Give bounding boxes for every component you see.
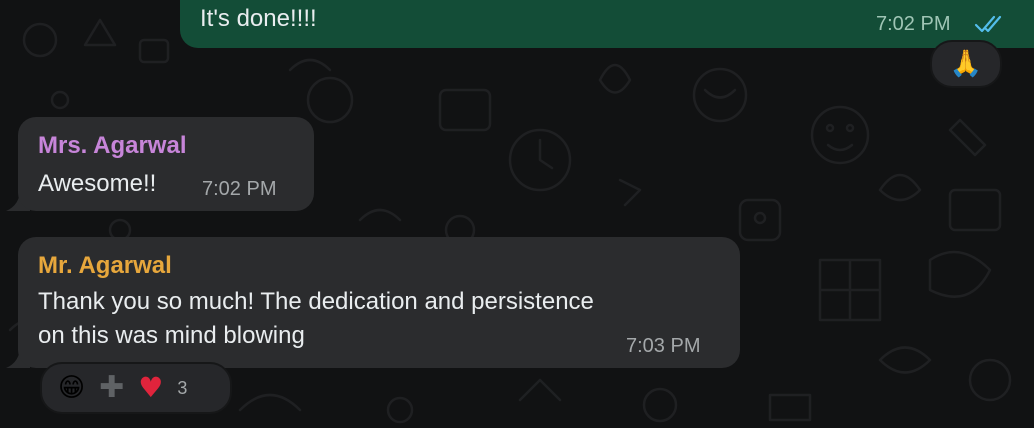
reaction-count: 3 [177, 377, 188, 398]
message-text-line: on this was mind blowing [38, 322, 305, 349]
red-heart-icon: ♥ [138, 371, 164, 404]
chat-message-list: It's done!!!! 7:02 PM 🙏 Mrs. Agarwal Awe… [0, 0, 1034, 428]
outgoing-message-bubble[interactable]: It's done!!!! 7:02 PM [180, 0, 1034, 48]
incoming-message-bubble[interactable]: Mrs. Agarwal Awesome!! 7:02 PM [18, 117, 314, 211]
message-reactions[interactable]: 😁 ✚ ♥ 3 [40, 362, 232, 414]
incoming-message-bubble[interactable]: Mr. Agarwal Thank you so much! The dedic… [18, 237, 740, 368]
sender-name[interactable]: Mrs. Agarwal [38, 131, 187, 161]
message-time: 7:02 PM [876, 13, 951, 35]
sender-name[interactable]: Mr. Agarwal [38, 251, 172, 281]
message-reaction[interactable]: 🙏 [930, 40, 1002, 88]
message-text: Awesome!! [38, 170, 157, 197]
plus-icon: ✚ [99, 371, 125, 404]
message-time: 7:02 PM [202, 178, 277, 200]
folded-hands-icon: 🙏 [949, 49, 983, 79]
message-text: It's done!!!! [200, 5, 317, 32]
double-check-read-icon [974, 15, 1002, 33]
message-time: 7:03 PM [626, 335, 701, 357]
grinning-face-icon: 😁 [58, 373, 86, 403]
message-text-line: Thank you so much! The dedication and pe… [38, 288, 594, 315]
